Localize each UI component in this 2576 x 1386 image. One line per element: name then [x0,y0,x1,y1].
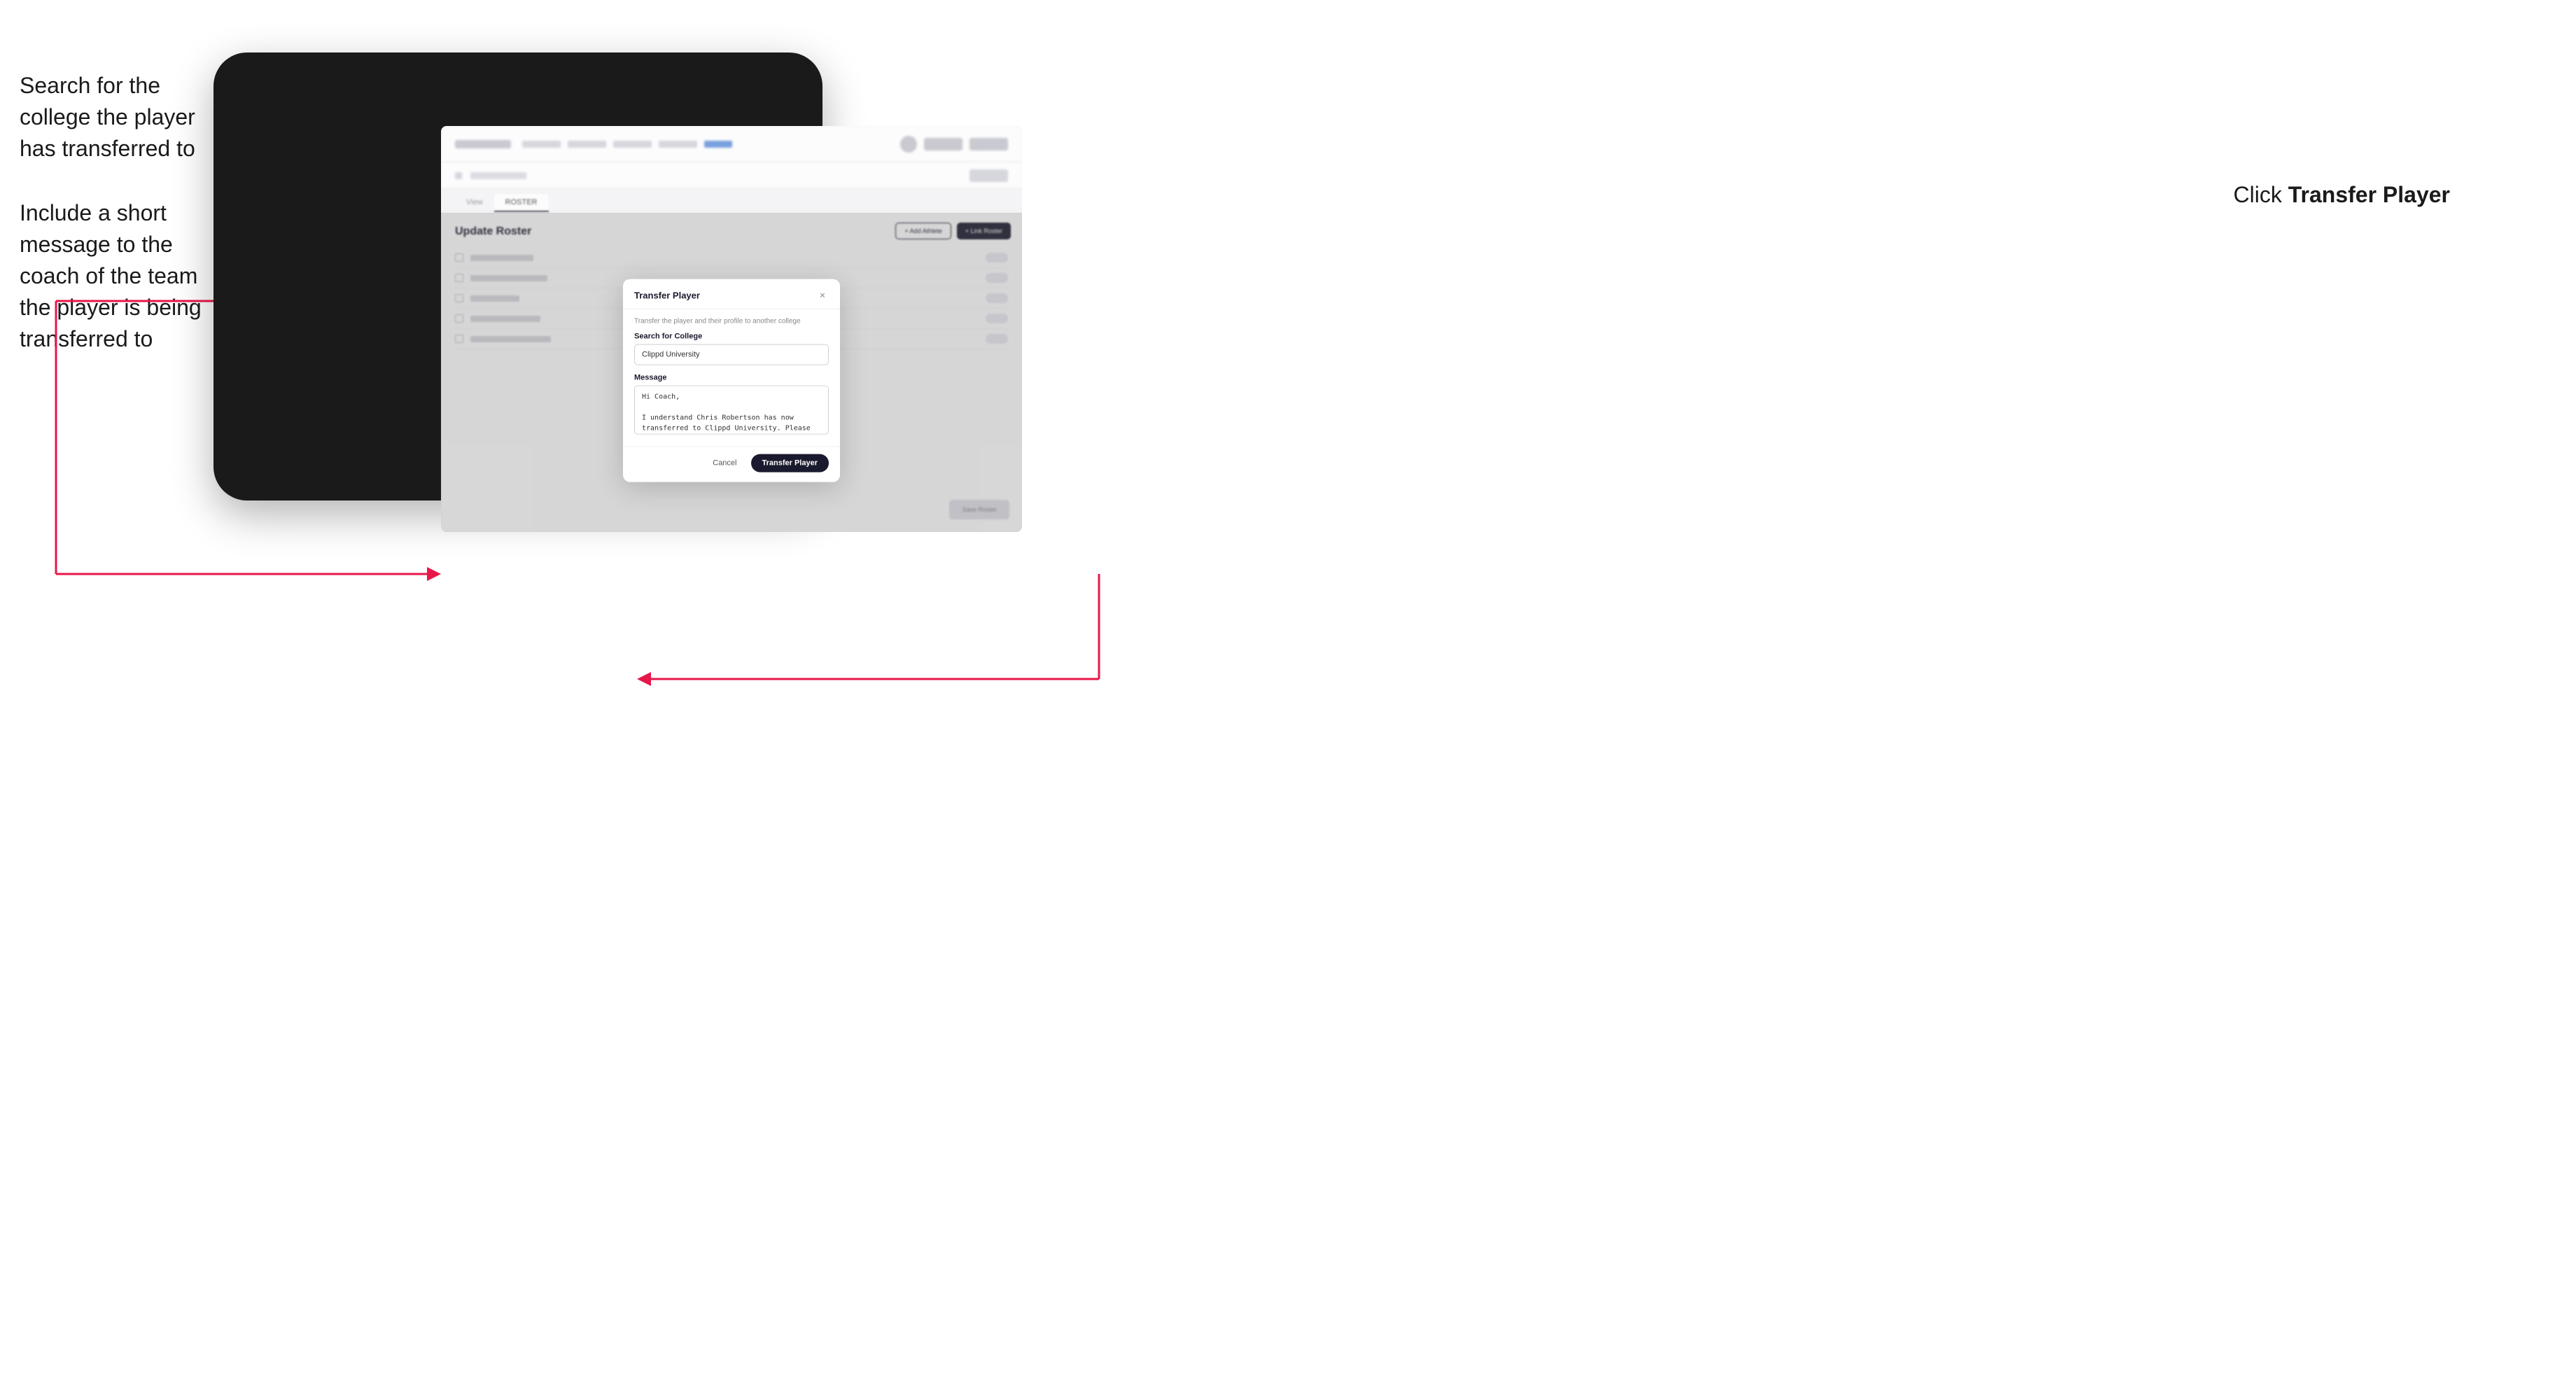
tablet-frame: View ROSTER Update Roster + Add Athlete … [214,52,822,500]
annotation-search-text: Search for the college the player has tr… [20,70,216,164]
modal-footer: Cancel Transfer Player [623,447,840,482]
college-label: Search for College [634,332,829,341]
tab-roster: ROSTER [494,194,549,212]
app-logo [455,140,511,148]
nav-roster [613,141,652,148]
save-draft-btn [924,138,962,150]
nav-active [704,141,732,148]
transfer-player-modal: Transfer Player × Transfer the player an… [623,279,840,482]
college-search-input[interactable] [634,344,829,365]
app-header [441,126,1022,162]
annotation-right: Click Transfer Player [2234,182,2450,208]
transfer-player-button[interactable]: Transfer Player [751,454,830,472]
message-textarea[interactable]: Hi Coach, I understand Chris Robertson h… [634,386,829,435]
annotation-click-text: Click [2234,182,2282,207]
order-btn [969,169,1008,182]
close-icon[interactable]: × [816,289,829,302]
nav-team [568,141,606,148]
tab-bar: View ROSTER [441,189,1022,213]
settings-btn [969,138,1008,150]
tab-view: View [455,194,494,212]
nav-community [522,141,561,148]
sub-header [441,162,1022,189]
annotation-left: Search for the college the player has tr… [20,70,216,388]
breadcrumb [470,172,526,179]
modal-subtitle: Transfer the player and their profile to… [634,318,829,326]
cancel-button[interactable]: Cancel [706,455,743,472]
header-nav [522,141,732,148]
message-label: Message [634,374,829,382]
modal-body: Transfer the player and their profile to… [623,309,840,447]
back-icon [455,172,462,179]
annotation-transfer-text: Transfer Player [2288,182,2450,207]
tablet-screen: View ROSTER Update Roster + Add Athlete … [441,126,1022,532]
user-avatar [900,136,917,153]
modal-title: Transfer Player [634,290,700,300]
nav-more [659,141,697,148]
modal-header: Transfer Player × [623,279,840,309]
main-content: Update Roster + Add Athlete + Link Roste… [441,213,1022,532]
annotation-message-text: Include a short message to the coach of … [20,197,216,354]
modal-overlay: Transfer Player × Transfer the player an… [441,213,1022,532]
header-right [900,136,1008,153]
